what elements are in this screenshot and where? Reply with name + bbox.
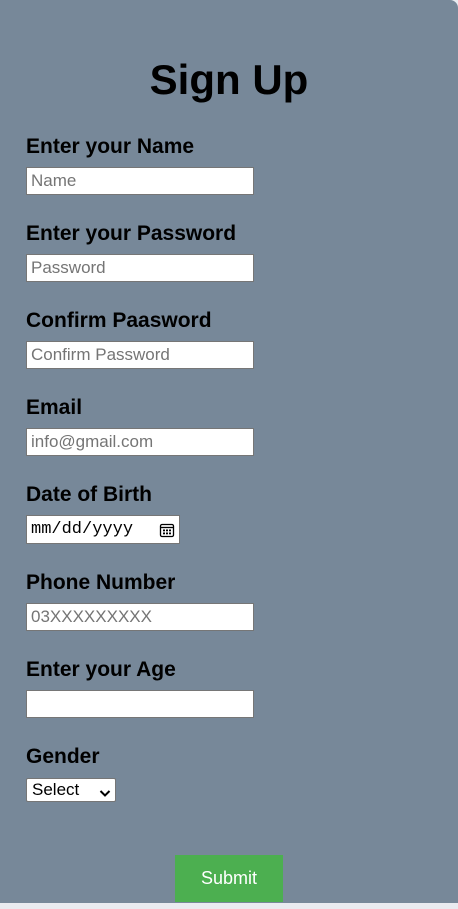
dob-label: Date of Birth [26, 483, 152, 506]
name-label: Enter your Name [26, 135, 195, 158]
gender-select[interactable]: Select [26, 778, 116, 802]
name-input[interactable] [26, 167, 254, 195]
gender-label: Gender [26, 745, 100, 768]
confirm-password-input[interactable] [26, 341, 254, 369]
phone-input[interactable] [26, 603, 254, 631]
confirm-password-label: Confirm Paasword [26, 309, 212, 332]
calendar-icon[interactable] [159, 522, 175, 538]
email-label: Email [26, 396, 83, 419]
password-input[interactable] [26, 254, 254, 282]
page-title: Sign Up [149, 56, 309, 103]
gender-selected-value: Select [32, 780, 80, 799]
age-label: Enter your Age [26, 658, 176, 681]
submit-button[interactable]: Submit [175, 855, 283, 902]
password-label: Enter your Password [26, 222, 237, 245]
chevron-down-icon [99, 785, 111, 797]
age-input[interactable] [26, 690, 254, 718]
signup-form: Sign Up Enter your Name Enter your Passw… [0, 0, 458, 903]
dob-input[interactable]: mm/dd/yyyy [26, 515, 180, 544]
dob-placeholder: mm/dd/yyyy [31, 520, 134, 539]
phone-label: Phone Number [26, 571, 176, 594]
email-input[interactable] [26, 428, 254, 456]
